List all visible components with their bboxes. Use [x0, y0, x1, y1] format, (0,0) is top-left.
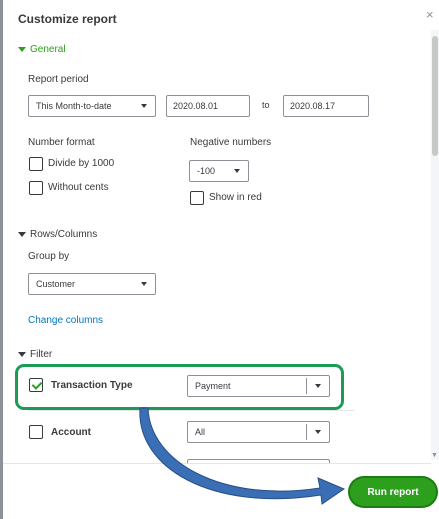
curved-arrow-icon [139, 407, 346, 505]
customize-report-panel: Customize report × ▼ General Report peri… [0, 0, 439, 519]
curved-arrow-shape [139, 407, 346, 505]
